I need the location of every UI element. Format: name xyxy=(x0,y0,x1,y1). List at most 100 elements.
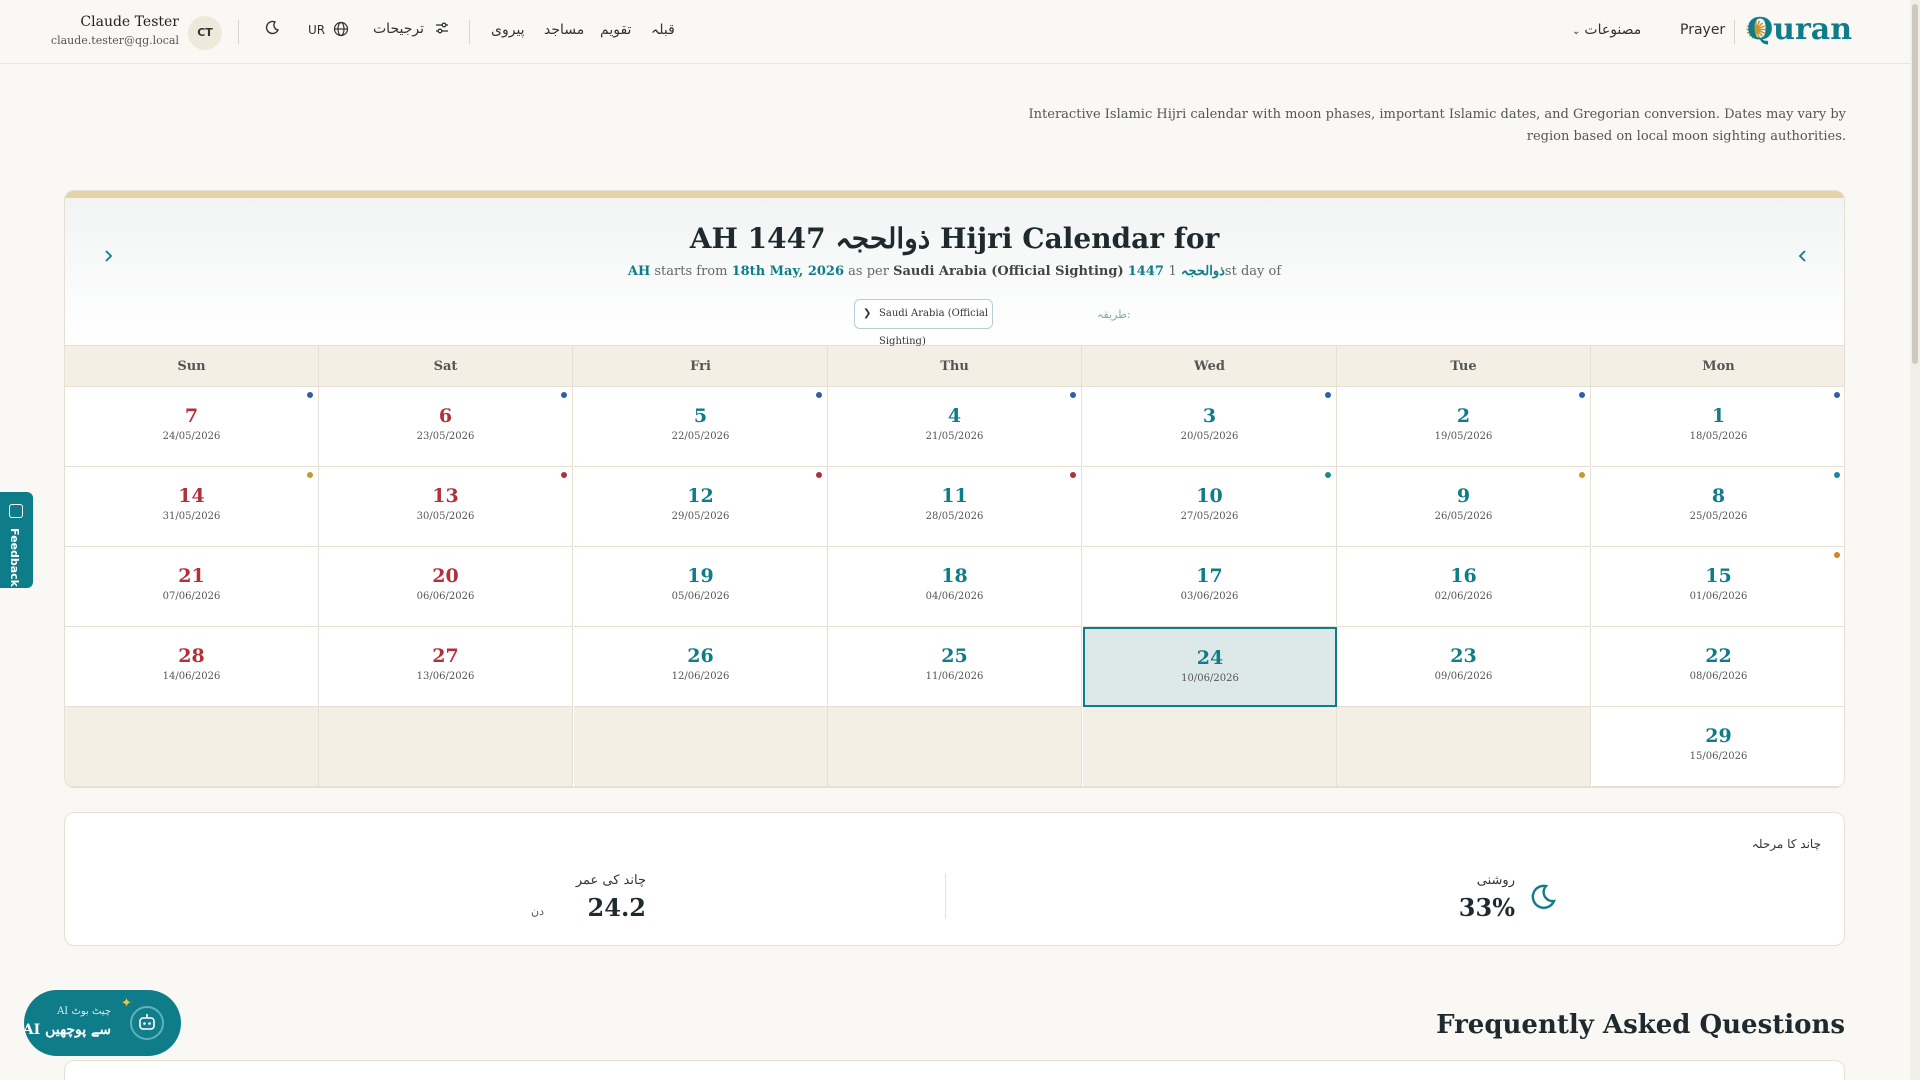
gregorian-date: 08/06/2026 xyxy=(1689,671,1748,682)
event-dot-icon xyxy=(1579,472,1585,478)
feedback-tab[interactable]: Feedback xyxy=(0,492,33,588)
site-logo[interactable]: Quran xyxy=(1747,12,1852,47)
nav-products-label: مصنوعات xyxy=(1584,22,1642,38)
day-cell[interactable]: 22 08/06/2026 xyxy=(1592,627,1844,707)
hijri-day-number: 2 xyxy=(1456,405,1471,427)
user-email: claude.tester@qg.local xyxy=(50,34,179,47)
day-cell[interactable]: 2 19/05/2026 xyxy=(1337,387,1591,467)
ai-chatbot-button[interactable]: AI چیٹ بوٹ AI سے پوچھیں ✦ xyxy=(23,990,181,1056)
sparkle-icon: ✦ xyxy=(121,996,132,1011)
day-cell[interactable]: 19 05/06/2026 xyxy=(574,547,828,627)
calculation-method-select[interactable]: ❯ Saudi Arabia (Official Sighting) xyxy=(854,299,993,347)
event-dot-icon xyxy=(307,392,313,398)
gregorian-date: 12/06/2026 xyxy=(671,671,730,682)
day-cell[interactable]: 7 24/05/2026 xyxy=(65,387,319,467)
hijri-day-number: 24 xyxy=(1196,647,1224,669)
top-header: Claude Tester claude.tester@qg.local CT … xyxy=(0,0,1920,64)
hijri-day-number: 26 xyxy=(687,645,714,667)
dark-mode-toggle[interactable] xyxy=(264,20,280,40)
hijri-day-number: 4 xyxy=(947,405,962,427)
gregorian-date: 03/06/2026 xyxy=(1180,591,1239,602)
day-cell[interactable]: 18 04/06/2026 xyxy=(828,547,1082,627)
day-cell[interactable]: 17 03/06/2026 xyxy=(1083,547,1337,627)
gregorian-date: 05/06/2026 xyxy=(671,591,730,602)
chevron-down-icon: ⌄ xyxy=(1572,26,1581,37)
day-cell[interactable]: 21 07/06/2026 xyxy=(65,547,319,627)
robot-icon xyxy=(130,1006,164,1040)
hijri-day-number: 12 xyxy=(687,485,714,507)
day-cell[interactable]: 14 31/05/2026 xyxy=(65,467,319,547)
chevron-down-icon: ❯ xyxy=(863,308,872,319)
empty-day-cell xyxy=(65,707,319,787)
weekday-header: Tue xyxy=(1337,346,1591,387)
hijri-day-number: 5 xyxy=(693,405,708,427)
language-switcher[interactable]: UR xyxy=(308,21,349,37)
moon-age-label: چاند کی عمر xyxy=(575,873,646,888)
hijri-day-number: 9 xyxy=(1456,485,1471,507)
event-dot-icon xyxy=(1834,472,1840,478)
moon-age-unit: دن xyxy=(531,905,544,918)
calendar-accent-bar xyxy=(65,191,1844,198)
day-cell[interactable]: 20 06/06/2026 xyxy=(319,547,573,627)
gregorian-date: 21/05/2026 xyxy=(925,431,984,442)
day-cell[interactable]: 12 29/05/2026 xyxy=(574,467,828,547)
faq-accordion[interactable] xyxy=(64,1060,1845,1080)
day-cell[interactable]: 29 15/06/2026 xyxy=(1592,707,1844,787)
gregorian-date: 13/06/2026 xyxy=(416,671,475,682)
globe-icon xyxy=(333,21,349,37)
day-cell[interactable]: 26 12/06/2026 xyxy=(574,627,828,707)
empty-day-cell xyxy=(828,707,1082,787)
nav-prayer[interactable]: Prayer xyxy=(1680,22,1725,38)
hijri-day-number: 16 xyxy=(1450,565,1477,587)
day-cell[interactable]: 15 01/06/2026 xyxy=(1592,547,1844,627)
method-label: طریقہ: xyxy=(1097,308,1131,321)
gregorian-date: 23/05/2026 xyxy=(416,431,475,442)
gregorian-date: 06/06/2026 xyxy=(416,591,475,602)
avatar[interactable]: CT xyxy=(188,16,222,50)
subtitle-date: 18th May, 2026 xyxy=(731,264,845,279)
user-name: Claude Tester xyxy=(80,14,179,30)
moon-card-divider xyxy=(945,873,946,919)
day-cell[interactable]: 6 23/05/2026 xyxy=(319,387,573,467)
event-dot-icon xyxy=(1325,392,1331,398)
day-cell[interactable]: 8 25/05/2026 xyxy=(1592,467,1844,547)
nav-calendar[interactable]: تقویم xyxy=(600,22,631,38)
day-cell[interactable]: 28 14/06/2026 xyxy=(65,627,319,707)
empty-day-cell xyxy=(1337,707,1591,787)
day-cell[interactable]: 25 11/06/2026 xyxy=(828,627,1082,707)
event-dot-icon xyxy=(1834,392,1840,398)
preferences-label: ترجیحات xyxy=(373,21,424,37)
gregorian-date: 22/05/2026 xyxy=(671,431,730,442)
weekday-header-row: Mon Tue Wed Thu Fri Sat Sun xyxy=(65,346,1844,387)
day-cell[interactable]: 1 18/05/2026 xyxy=(1592,387,1844,467)
nav-follow[interactable]: پیروی xyxy=(491,22,525,38)
day-cell[interactable]: 23 09/06/2026 xyxy=(1337,627,1591,707)
weekday-header: Wed xyxy=(1083,346,1337,387)
day-cell-today[interactable]: 24 10/06/2026 xyxy=(1083,627,1337,707)
gregorian-date: 19/05/2026 xyxy=(1434,431,1493,442)
nav-qibla[interactable]: قبلہ xyxy=(651,22,675,38)
subtitle-as-per: as per xyxy=(848,264,889,279)
subtitle-ah: AH xyxy=(627,264,651,279)
day-cell[interactable]: 4 21/05/2026 xyxy=(828,387,1082,467)
day-cell[interactable]: 13 30/05/2026 xyxy=(319,467,573,547)
day-cell[interactable]: 5 22/05/2026 xyxy=(574,387,828,467)
hijri-day-number: 21 xyxy=(178,565,205,587)
day-cell[interactable]: 11 28/05/2026 xyxy=(828,467,1082,547)
preferences-button[interactable]: ترجیحات xyxy=(373,20,450,37)
gregorian-date: 20/05/2026 xyxy=(1180,431,1239,442)
day-cell[interactable]: 10 27/05/2026 xyxy=(1083,467,1337,547)
day-cell[interactable]: 27 13/06/2026 xyxy=(319,627,573,707)
day-cell[interactable]: 16 02/06/2026 xyxy=(1337,547,1591,627)
event-dot-icon xyxy=(1579,392,1585,398)
gregorian-date: 07/06/2026 xyxy=(162,591,221,602)
day-cell[interactable]: 9 26/05/2026 xyxy=(1337,467,1591,547)
nav-products[interactable]: ⌄ مصنوعات xyxy=(1572,22,1641,38)
nav-mosques[interactable]: مساجد xyxy=(544,22,584,38)
calendar-title: AH 1447 ذوالحجہ Hijri Calendar for xyxy=(689,222,1220,255)
illumination-label: روشنی xyxy=(1476,873,1515,888)
weekday-header: Mon xyxy=(1592,346,1844,387)
scrollbar-thumb[interactable] xyxy=(1912,4,1918,364)
day-cell[interactable]: 3 20/05/2026 xyxy=(1083,387,1337,467)
hijri-day-number: 28 xyxy=(178,645,205,667)
